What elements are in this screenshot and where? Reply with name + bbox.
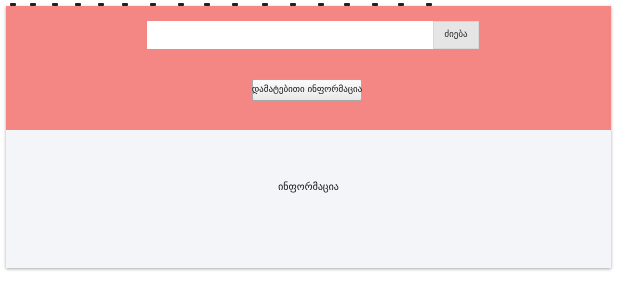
search-input[interactable] (147, 21, 433, 49)
info-text: ინფორმაცია (278, 182, 339, 193)
search-button[interactable]: ძიება (433, 21, 479, 49)
search-header: ძიება დამატებითი ინფორმაცია (6, 6, 611, 130)
additional-info-button[interactable]: დამატებითი ინფორმაცია (252, 79, 362, 101)
page-container: ძიება დამატებითი ინფორმაცია ინფორმაცია (6, 6, 611, 268)
